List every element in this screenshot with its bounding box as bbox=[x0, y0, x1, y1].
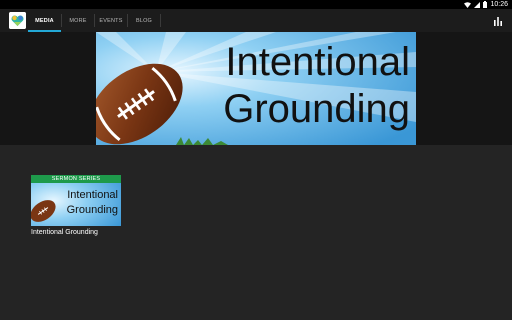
tab-media[interactable]: MEDIA bbox=[28, 9, 61, 32]
tab-bar: MEDIA MORE EVENTS BLOG bbox=[28, 9, 161, 32]
media-item-card[interactable]: SERMON SERIES Intentional Grounding Inte… bbox=[31, 175, 121, 236]
tab-blog[interactable]: BLOG bbox=[128, 9, 160, 32]
tab-divider bbox=[160, 14, 161, 27]
app-bar: MEDIA MORE EVENTS BLOG bbox=[0, 9, 512, 32]
thumbnail-title-line2: Grounding bbox=[66, 204, 118, 216]
signal-icon bbox=[474, 1, 481, 8]
bar-chart-icon[interactable] bbox=[492, 15, 504, 27]
status-icons: 10:26 bbox=[464, 0, 508, 9]
hero-title-line2: Grounding bbox=[223, 87, 410, 131]
status-bar: 10:26 bbox=[0, 0, 512, 9]
series-banner: SERMON SERIES bbox=[31, 175, 121, 183]
media-thumbnail[interactable]: SERMON SERIES Intentional Grounding bbox=[31, 175, 121, 226]
hero-title-line1: Intentional bbox=[225, 40, 410, 84]
media-item-title[interactable]: Intentional Grounding bbox=[31, 229, 121, 236]
tab-events[interactable]: EVENTS bbox=[95, 9, 127, 32]
battery-icon bbox=[483, 1, 488, 8]
status-time: 10:26 bbox=[490, 1, 508, 8]
wifi-icon bbox=[464, 1, 472, 8]
tab-more[interactable]: MORE bbox=[62, 9, 94, 32]
thumbnail-title-line1: Intentional bbox=[67, 189, 118, 201]
hero-banner[interactable]: Intentional Grounding bbox=[96, 32, 416, 145]
app-logo[interactable] bbox=[9, 12, 26, 29]
